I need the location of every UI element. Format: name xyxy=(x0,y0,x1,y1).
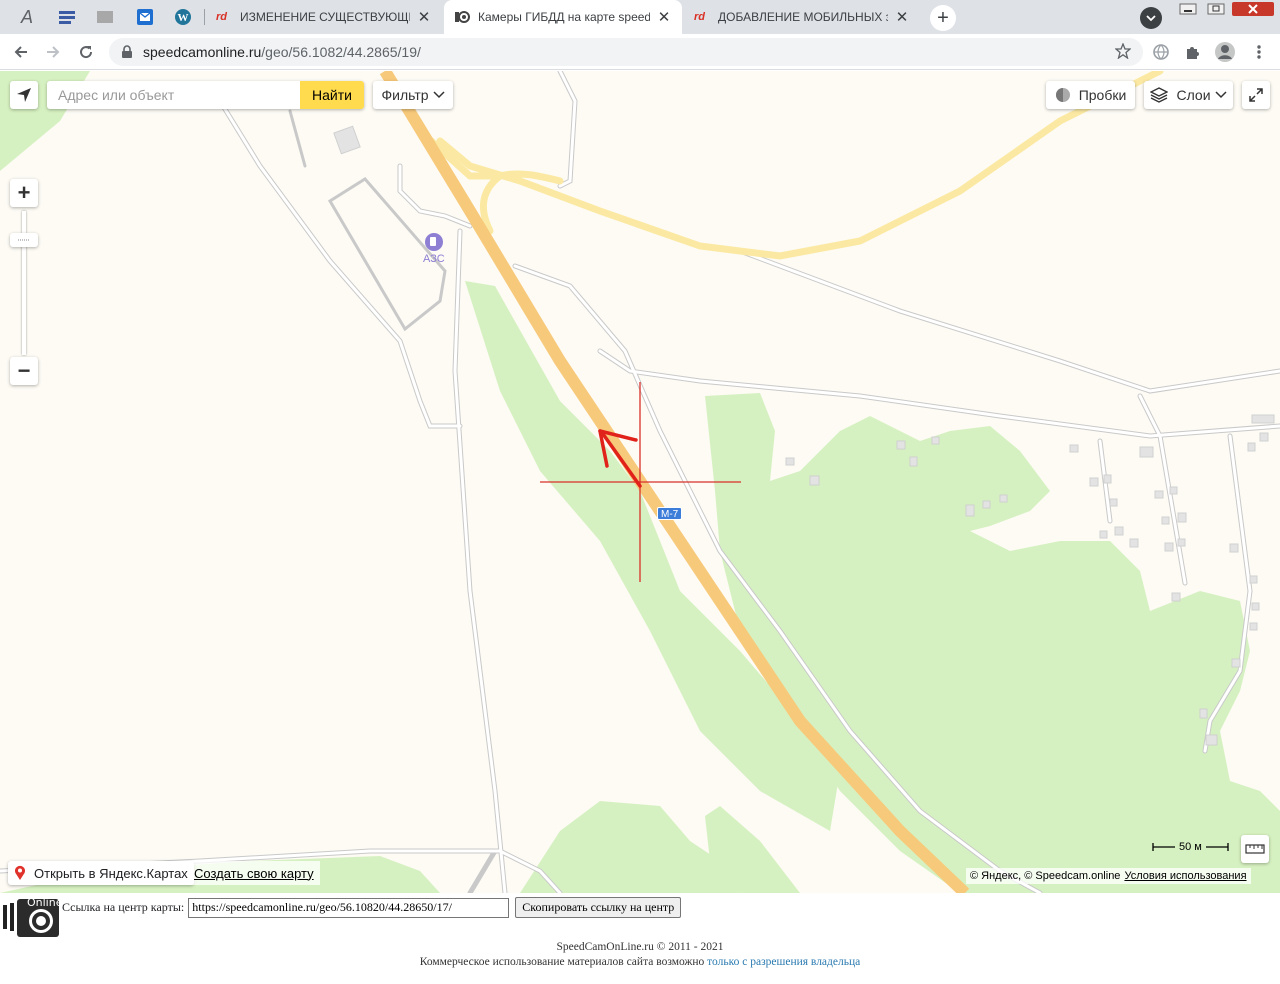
minimize-button[interactable] xyxy=(1174,0,1202,18)
zoom-out-button[interactable]: − xyxy=(10,357,38,385)
traffic-icon xyxy=(1055,88,1070,102)
fullscreen-button[interactable] xyxy=(1242,81,1270,109)
tab-strip: A W rd ИЗМЕНЕНИЕ СУЩЕСТВУЮЩИХ ✕ Камеры Г… xyxy=(0,0,1280,34)
poi-label-azs: АЗС xyxy=(423,253,445,265)
map-pin-icon xyxy=(15,865,25,880)
create-map-link[interactable]: Создать свою карту xyxy=(188,861,320,885)
chevron-down-icon xyxy=(1214,91,1227,99)
tab-close-icon[interactable]: ✕ xyxy=(416,8,432,26)
forward-button[interactable] xyxy=(40,39,66,65)
tab-dobavlenie[interactable]: rd ДОБАВЛЕНИЕ МОБИЛЬНЫХ зас ✕ xyxy=(684,0,920,34)
extensions-puzzle-icon[interactable] xyxy=(1182,41,1204,63)
speedcam-favicon-icon xyxy=(455,11,470,23)
layers-button[interactable]: Слои xyxy=(1144,81,1233,109)
ruler-button[interactable] xyxy=(1241,835,1269,863)
center-link-label: Ссылка на центр карты: xyxy=(62,900,185,914)
center-link-row: Ссылка на центр карты: Скопировать ссылк… xyxy=(62,897,682,918)
page-footer: SpeedCamOnLine.ru © 2011 - 2021 Коммерче… xyxy=(0,940,1280,970)
url-path: /geo/56.1082/44.2865/19/ xyxy=(261,44,421,60)
svg-text:W: W xyxy=(178,12,189,24)
scale-line-right xyxy=(1205,843,1229,851)
layers-icon xyxy=(1150,87,1169,103)
grip-icon xyxy=(18,239,30,241)
chevron-down-icon xyxy=(1146,15,1156,22)
chevron-down-icon xyxy=(432,91,445,99)
a-logo-icon: A xyxy=(20,6,33,27)
expand-icon xyxy=(1249,88,1263,102)
zoom-slider-handle[interactable] xyxy=(10,233,38,247)
stack-logo-icon xyxy=(59,11,75,24)
pinned-tab-mail[interactable] xyxy=(126,0,164,34)
new-tab-button[interactable]: + xyxy=(930,5,956,31)
tab-close-icon[interactable]: ✕ xyxy=(656,8,672,26)
back-button[interactable] xyxy=(8,39,34,65)
tab-search-button[interactable] xyxy=(1140,7,1162,29)
filter-button[interactable]: Фильтр xyxy=(373,81,453,109)
rd-logo-icon: rd xyxy=(694,11,705,23)
translate-icon[interactable] xyxy=(1150,41,1172,63)
speedcam-logo[interactable]: Online xyxy=(3,895,63,939)
scale-bar: 50 м xyxy=(1152,841,1229,853)
open-yandex-maps-button[interactable]: Открыть в Яндекс.Картах xyxy=(8,861,194,885)
terms-link[interactable]: Условия использования xyxy=(1124,870,1246,882)
search-button[interactable]: Найти xyxy=(300,81,364,109)
layers-label: Слои xyxy=(1176,87,1211,103)
pinned-tab-gray[interactable] xyxy=(86,0,124,34)
traffic-label: Пробки xyxy=(1078,87,1127,103)
mail-icon xyxy=(137,9,153,25)
scale-line-left xyxy=(1152,843,1175,851)
maximize-icon xyxy=(1207,3,1225,15)
footer-copyright: SpeedCamOnLine.ru © 2011 - 2021 xyxy=(556,941,724,953)
blank-page-icon xyxy=(97,11,113,23)
rd-logo-icon: rd xyxy=(216,11,227,23)
pinned-tab-stack[interactable] xyxy=(48,0,86,34)
traffic-button[interactable]: Пробки xyxy=(1046,81,1135,109)
map-viewport[interactable]: М-7 АЗС Найти Фильтр Пробки Слои + − Отк… xyxy=(0,71,1280,893)
copyright-text: © Яндекс, © Speedcam.online xyxy=(970,870,1121,882)
logo-text: Online xyxy=(27,896,63,909)
search-box: Найти xyxy=(47,81,364,109)
copy-link-button[interactable]: Скопировать ссылку на центр xyxy=(515,897,682,918)
footer-permission-link[interactable]: только с разрешения владельца xyxy=(707,956,860,968)
arrow-left-icon xyxy=(14,46,27,58)
url-host: speedcamonline.ru xyxy=(143,44,262,60)
location-arrow-icon xyxy=(17,88,31,102)
search-input[interactable] xyxy=(47,81,300,109)
footer-usage-text: Коммерческое использование материалов са… xyxy=(419,956,705,968)
maximize-button[interactable] xyxy=(1202,0,1230,18)
close-icon xyxy=(1232,2,1274,16)
footer-usage: Коммерческое использование материалов са… xyxy=(0,955,1280,970)
reload-icon xyxy=(80,46,93,59)
filter-label: Фильтр xyxy=(381,87,429,103)
more-menu-icon[interactable] xyxy=(1248,41,1270,63)
tab-izmenenie[interactable]: rd ИЗМЕНЕНИЕ СУЩЕСТВУЮЩИХ ✕ xyxy=(206,0,442,34)
center-link-input[interactable] xyxy=(188,897,510,918)
close-window-button[interactable] xyxy=(1230,0,1276,18)
browser-toolbar: speedcamonline.ru/geo/56.1082/44.2865/19… xyxy=(0,34,1280,70)
lock-icon xyxy=(122,45,132,58)
tab-close-icon[interactable]: ✕ xyxy=(894,8,910,26)
bookmark-star-icon[interactable] xyxy=(1114,42,1132,62)
address-bar[interactable]: speedcamonline.ru/geo/56.1082/44.2865/19… xyxy=(109,38,1143,66)
road-badge-m7: М-7 xyxy=(657,507,683,520)
scale-label: 50 м xyxy=(1179,841,1202,853)
zoom-in-button[interactable]: + xyxy=(10,179,38,207)
open-yandex-label: Открыть в Яндекс.Картах xyxy=(34,865,188,881)
minimize-icon xyxy=(1179,3,1197,15)
wordpress-icon: W xyxy=(175,9,191,25)
map-canvas[interactable] xyxy=(0,71,1280,893)
map-copyright: © Яндекс, © Speedcam.online Условия испо… xyxy=(966,868,1251,884)
pinned-tab-wordpress[interactable]: W xyxy=(164,0,202,34)
reload-button[interactable] xyxy=(73,39,99,65)
profile-avatar-icon[interactable] xyxy=(1214,41,1236,63)
pinned-tab-a[interactable]: A xyxy=(8,0,46,34)
geolocation-button[interactable] xyxy=(10,81,38,109)
arrow-right-icon xyxy=(47,46,60,58)
gas-station-icon xyxy=(425,233,443,251)
ruler-icon xyxy=(1245,844,1265,854)
tab-speedcam[interactable]: Камеры ГИБДД на карте speedcam ✕ xyxy=(444,0,682,34)
